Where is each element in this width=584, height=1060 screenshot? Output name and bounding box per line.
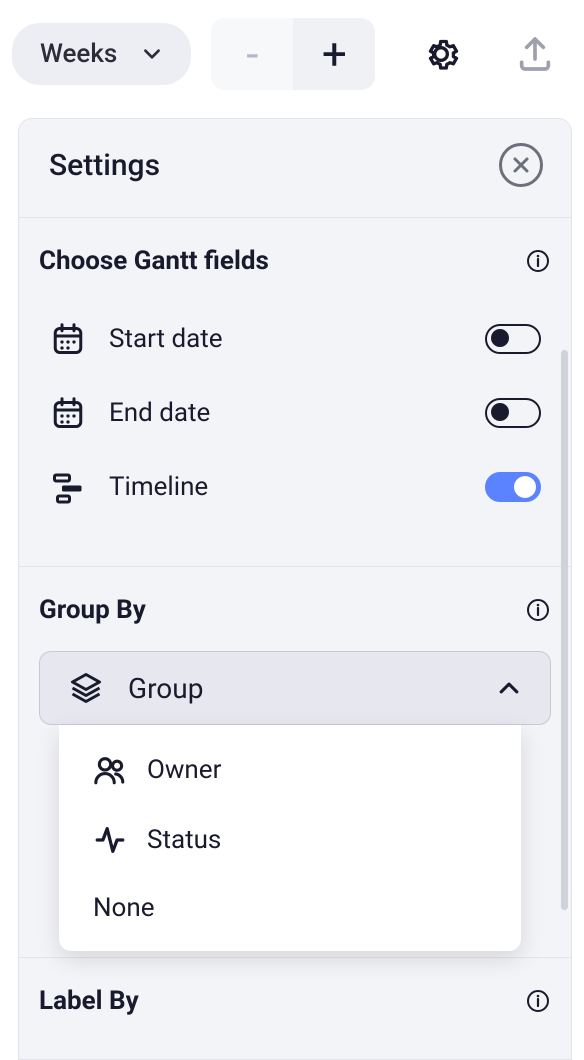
activity-icon: [93, 823, 127, 857]
info-button-gantt-fields[interactable]: [525, 248, 551, 274]
section-gantt-fields: Choose Gantt fields Start date End date …: [19, 218, 571, 536]
people-icon: [93, 753, 127, 787]
field-row-end-date: End date: [39, 376, 551, 450]
chevron-up-icon: [496, 675, 522, 701]
group-by-dropdown: Owner Status None: [59, 725, 521, 951]
group-by-selected-label: Group: [128, 672, 203, 705]
calendar-icon: [49, 320, 87, 358]
section-title-gantt-fields: Choose Gantt fields: [39, 246, 269, 276]
panel-body: Choose Gantt fields Start date End date …: [19, 218, 571, 1060]
zoom-group: - +: [211, 18, 375, 90]
info-button-group-by[interactable]: [525, 597, 551, 623]
close-button[interactable]: [499, 143, 543, 187]
field-row-start-date: Start date: [39, 302, 551, 376]
panel-header: Settings: [19, 119, 571, 218]
group-by-option-owner[interactable]: Owner: [59, 735, 521, 805]
zoom-out-button[interactable]: -: [211, 18, 293, 90]
zoom-in-button[interactable]: +: [293, 18, 375, 90]
gear-icon: [421, 34, 461, 74]
option-label: None: [93, 893, 155, 923]
toggle-start-date[interactable]: [485, 324, 541, 354]
field-label: End date: [109, 398, 463, 428]
chevron-down-icon: [141, 43, 163, 65]
timescale-select[interactable]: Weeks: [12, 23, 191, 85]
info-icon: [526, 249, 550, 273]
panel-title: Settings: [49, 148, 160, 183]
section-label-by: Label By: [19, 957, 571, 1054]
group-by-select[interactable]: Group: [39, 651, 551, 725]
field-row-timeline: Timeline: [39, 450, 551, 524]
toggle-timeline[interactable]: [485, 472, 541, 502]
section-group-by: Group By Group Owner: [19, 566, 571, 737]
settings-panel: Settings Choose Gantt fields Start date …: [18, 118, 572, 1060]
toggle-end-date[interactable]: [485, 398, 541, 428]
settings-button[interactable]: [413, 26, 469, 82]
calendar-icon: [49, 394, 87, 432]
info-icon: [526, 598, 550, 622]
info-icon: [526, 989, 550, 1013]
info-button-label-by[interactable]: [525, 988, 551, 1014]
option-label: Owner: [147, 755, 221, 785]
layers-icon: [68, 670, 104, 706]
scrollbar[interactable]: [561, 350, 568, 910]
section-title-label-by: Label By: [39, 986, 139, 1016]
toolbar: Weeks - +: [0, 0, 584, 108]
field-label: Timeline: [109, 472, 463, 502]
option-label: Status: [147, 825, 221, 855]
upload-icon: [515, 34, 555, 74]
group-by-option-none[interactable]: None: [59, 875, 521, 941]
close-icon: [511, 155, 531, 175]
section-title-group-by: Group By: [39, 595, 146, 625]
group-by-option-status[interactable]: Status: [59, 805, 521, 875]
timeline-icon: [49, 468, 87, 506]
export-button[interactable]: [507, 26, 563, 82]
field-label: Start date: [109, 324, 463, 354]
timescale-label: Weeks: [40, 39, 117, 69]
